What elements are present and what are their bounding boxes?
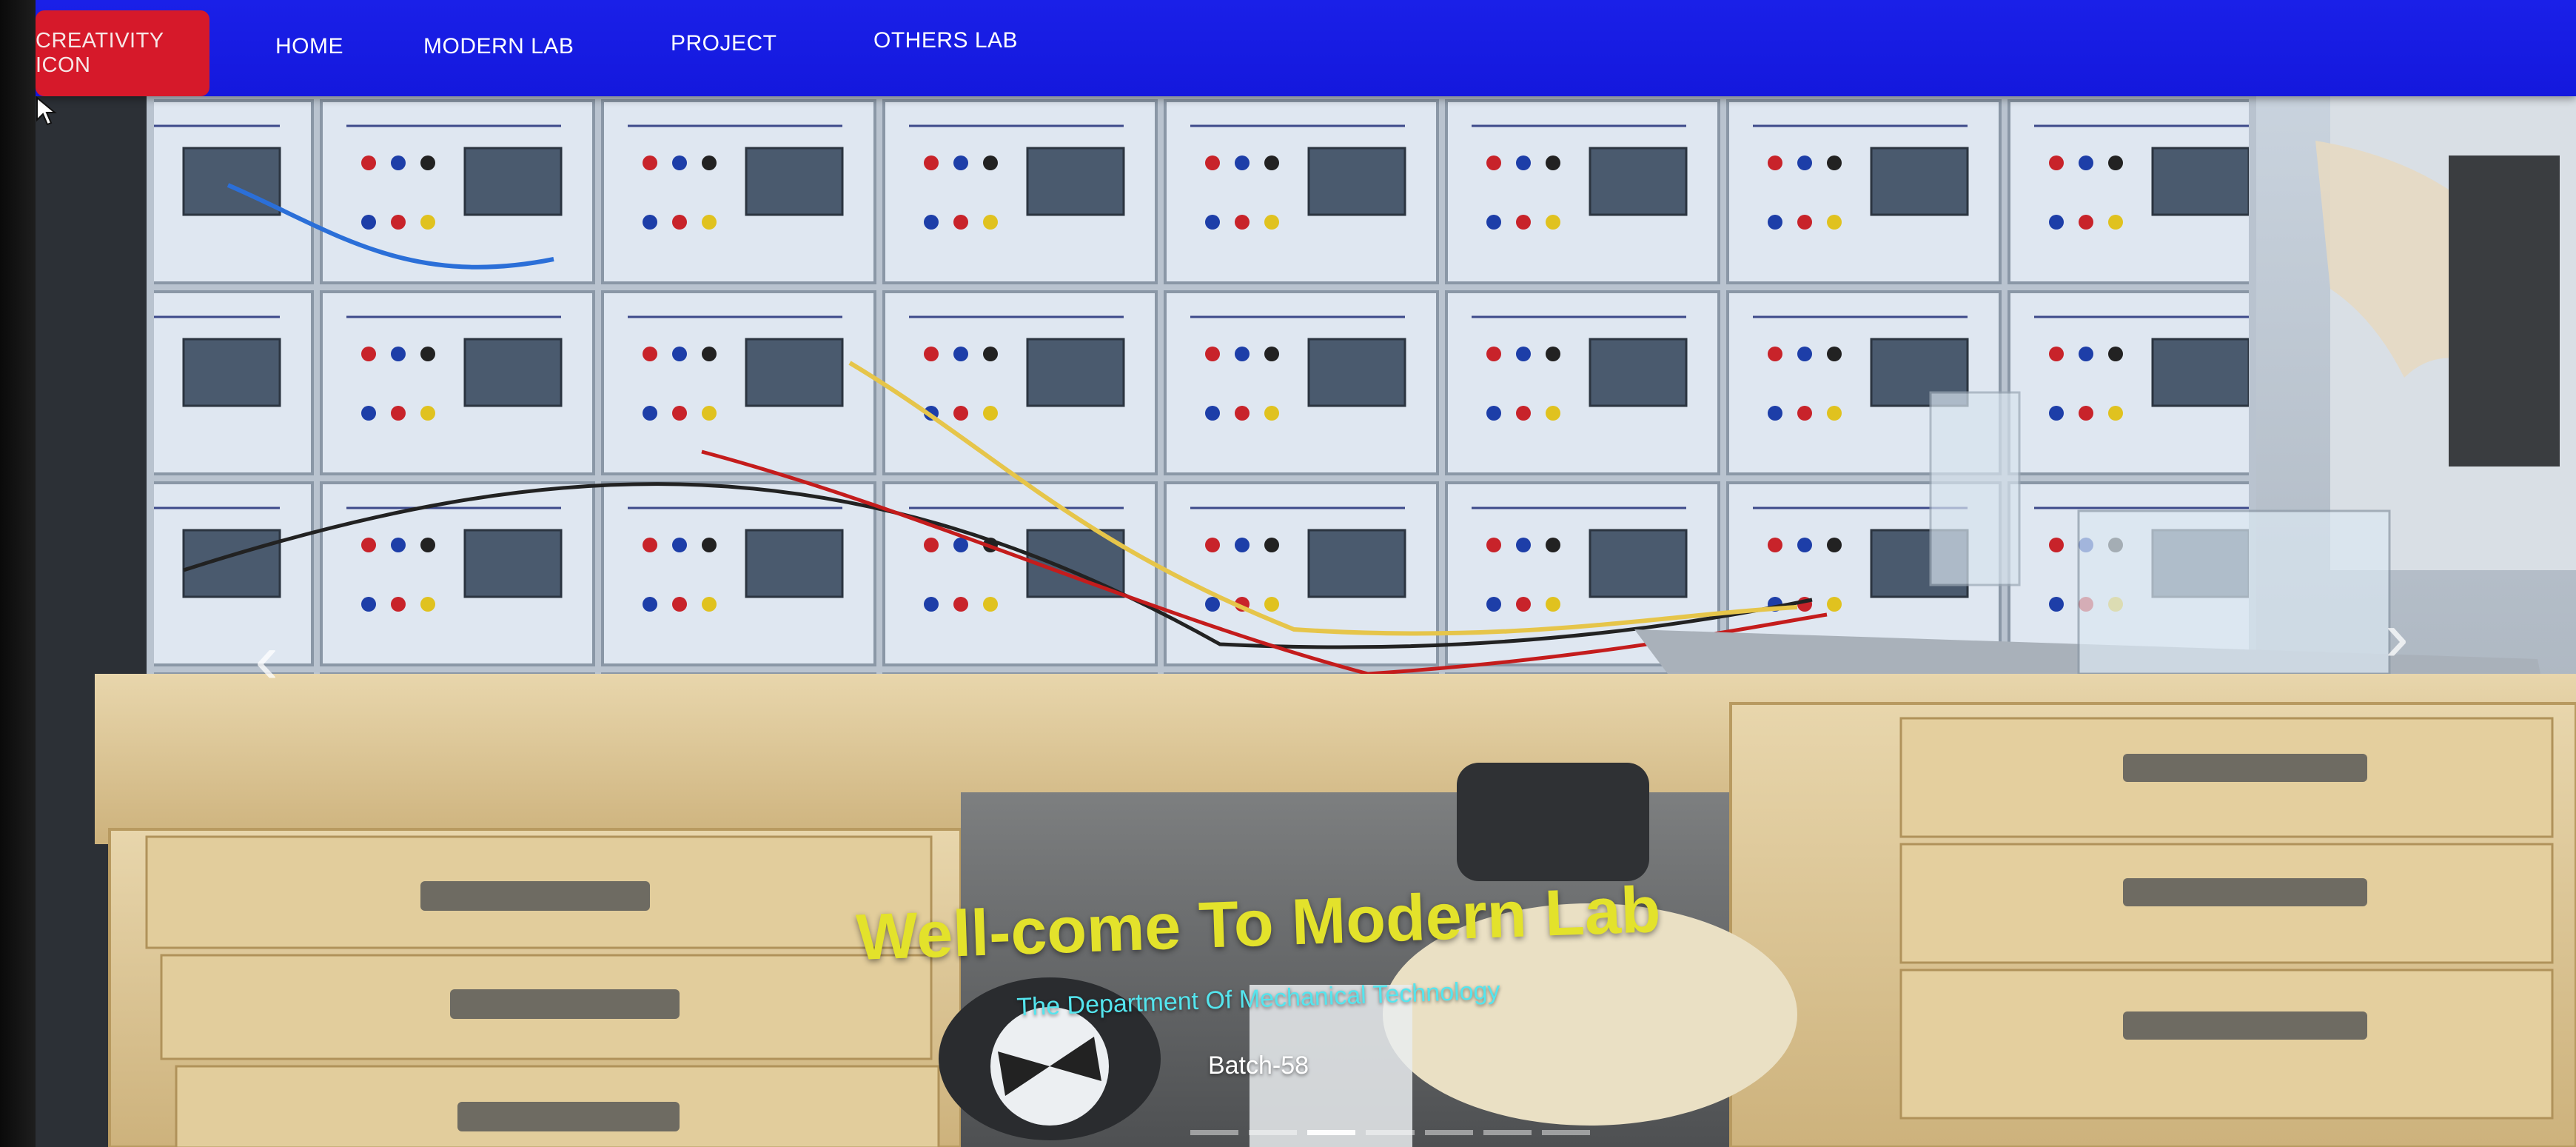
carousel-indicator[interactable] <box>1541 1130 1590 1135</box>
carousel-indicator[interactable] <box>1366 1130 1415 1135</box>
chevron-right-icon: › <box>2385 597 2409 676</box>
nav-home[interactable]: HOME <box>275 34 343 59</box>
web-page: CREATIVITY ICON HOME MODERN LAB PROJECT … <box>36 0 2576 1147</box>
carousel-indicator[interactable] <box>1483 1130 1532 1135</box>
carousel-indicator-active[interactable] <box>1307 1130 1356 1135</box>
nav-project[interactable]: PROJECT <box>671 31 777 56</box>
top-navbar: CREATIVITY ICON HOME MODERN LAB PROJECT … <box>36 0 2576 96</box>
chevron-left-icon: ‹ <box>255 619 278 698</box>
carousel-indicator[interactable] <box>1190 1130 1239 1135</box>
nav-others-lab[interactable]: OTHERS LAB <box>873 28 1018 53</box>
carousel-indicators <box>1190 1130 1590 1145</box>
hero-carousel: ‹ › Well-come To Modern Lab The Departme… <box>36 96 2576 1147</box>
carousel-indicator[interactable] <box>1249 1130 1298 1135</box>
mouse-cursor-icon <box>36 96 57 126</box>
carousel-caption-batch: Batch-58 <box>1207 1051 1309 1080</box>
carousel-prev-button[interactable]: ‹ <box>244 622 289 696</box>
nav-modern-lab[interactable]: MODERN LAB <box>423 34 574 59</box>
carousel-indicator[interactable] <box>1424 1130 1473 1135</box>
carousel-next-button[interactable]: › <box>2375 600 2419 674</box>
screen-bezel <box>0 0 36 1147</box>
brand-logo-button[interactable]: CREATIVITY ICON <box>36 10 209 96</box>
